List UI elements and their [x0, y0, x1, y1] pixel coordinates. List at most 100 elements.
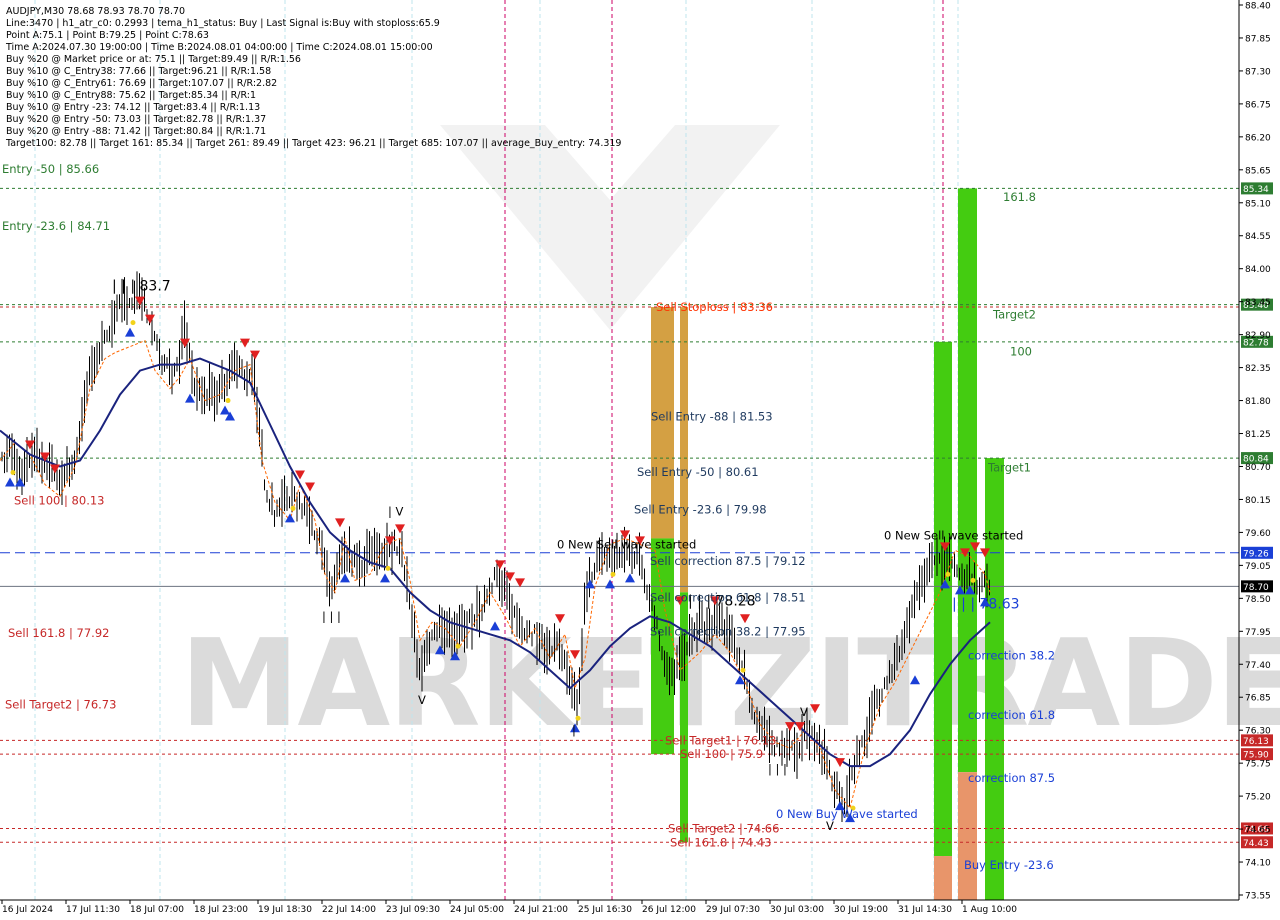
- x-tick-label: 26 Jul 12:00: [642, 905, 696, 915]
- zone-bar: [958, 188, 977, 773]
- y-tick-label: 75.20: [1245, 793, 1271, 803]
- price-badge-label: 76.13: [1243, 737, 1269, 747]
- x-tick-label: 1 Aug 10:00: [962, 905, 1017, 915]
- chart-label: Target1: [987, 461, 1031, 475]
- chart-label: Sell Target2 | 74.66: [668, 821, 779, 835]
- chart-label: Sell Entry -50 | 80.61: [637, 465, 759, 479]
- y-tick-label: 77.95: [1245, 628, 1271, 638]
- x-tick-label: 22 Jul 14:00: [322, 905, 376, 915]
- x-tick-label: 23 Jul 09:30: [386, 905, 440, 915]
- y-tick-label: 82.35: [1245, 364, 1271, 374]
- chart-label: correction 87.5: [968, 771, 1055, 785]
- current-price-label: 78.70: [1243, 583, 1269, 593]
- y-tick-label: 86.20: [1245, 133, 1271, 143]
- zone-bar: [934, 856, 952, 900]
- x-tick-label: 29 Jul 07:30: [706, 905, 760, 915]
- chart-label: correction 38.2: [968, 648, 1055, 662]
- signal-dot: [130, 320, 136, 326]
- x-tick-label: 17 Jul 11:30: [66, 905, 120, 915]
- x-tick-label: 30 Jul 19:00: [834, 905, 888, 915]
- y-tick-label: 84.00: [1245, 265, 1271, 275]
- chart-label: Entry -50 | 85.66: [2, 162, 99, 176]
- y-tick-label: 85.65: [1245, 166, 1271, 176]
- x-tick-label: 18 Jul 23:00: [194, 905, 248, 915]
- y-tick-label: 75.75: [1245, 760, 1271, 770]
- chart-label: Sell Target1 | 76.13: [665, 733, 776, 747]
- y-tick-label: 80.70: [1245, 463, 1271, 473]
- signal-dot: [385, 565, 391, 571]
- chart-label: | | |: [768, 762, 787, 776]
- info-line: Line:3470 | h1_atr_c0: 0.2993 | tema_h1_…: [6, 18, 440, 29]
- chart-label: | | | 83.7: [112, 279, 171, 295]
- chart-label: Sell 161.8 | 77.92: [8, 626, 109, 640]
- x-tick-label: 31 Jul 14:30: [898, 905, 952, 915]
- chart-label: Sell 100 | 80.13: [14, 494, 104, 508]
- info-line: Time A:2024.07.30 19:00:00 | Time B:2024…: [5, 42, 433, 53]
- y-tick-label: 82.90: [1245, 331, 1271, 341]
- chart-label: 0 New Buy Wave started: [776, 807, 918, 821]
- chart-title: AUDJPY,M30 78.68 78.93 78.70 78.70: [6, 6, 185, 17]
- chart-label: Sell 161.8 | 74.43: [670, 835, 771, 849]
- y-tick-label: 74.10: [1245, 859, 1271, 869]
- info-line: Buy %20 @ Entry -88: 71.42 || Target:80.…: [6, 126, 266, 137]
- chart-label: 0 New Sell wave started: [557, 537, 696, 551]
- info-line: Buy %20 @ Entry -50: 73.03 || Target:82.…: [6, 114, 266, 125]
- chart-label: 161.8: [1003, 190, 1036, 204]
- y-tick-label: 88.40: [1245, 2, 1271, 12]
- y-tick-label: 76.30: [1245, 727, 1271, 737]
- chart-label: Sell Stoploss | 83.36: [656, 300, 773, 314]
- signal-dot: [575, 715, 581, 721]
- x-tick-label: 24 Jul 21:00: [514, 905, 568, 915]
- y-tick-label: 86.75: [1245, 100, 1271, 110]
- y-tick-label: 87.30: [1245, 67, 1271, 77]
- price-badge-label: 79.26: [1243, 549, 1269, 559]
- y-tick-label: 77.40: [1245, 661, 1271, 671]
- chart-label: Entry -23.6 | 84.71: [2, 219, 110, 233]
- chart-label: 100: [1010, 344, 1032, 358]
- signal-dot: [740, 667, 746, 673]
- chart-label: Sell Entry -23.6 | 79.98: [634, 503, 767, 517]
- price-chart[interactable]: MARKETZITRADE 85.3483.4082.7880.8479.267…: [0, 0, 1280, 920]
- price-badge-label: 74.43: [1243, 839, 1269, 849]
- chart-label: V: [800, 705, 808, 719]
- y-tick-label: 74.65: [1245, 826, 1271, 836]
- y-tick-label: 73.55: [1245, 892, 1271, 902]
- y-tick-label: 83.45: [1245, 298, 1271, 308]
- chart-label: Target2: [992, 307, 1036, 321]
- info-line: Buy %10 @ C_Entry38: 77.66 || Target:96.…: [6, 66, 271, 77]
- chart-label: Buy Entry -23.6: [964, 858, 1054, 872]
- chart-label: Sell 100 | 75.9: [680, 747, 763, 761]
- y-tick-label: 87.85: [1245, 34, 1271, 44]
- signal-dot: [970, 577, 976, 583]
- info-line: Point A:75.1 | Point B:79.25 | Point C:7…: [6, 30, 209, 41]
- x-tick-label: 25 Jul 16:30: [578, 905, 632, 915]
- chart-label: Sell correction 38.2 | 77.95: [650, 624, 806, 638]
- info-line: Target100: 82.78 || Target 161: 85.34 ||…: [5, 138, 621, 149]
- y-tick-label: 85.10: [1245, 199, 1271, 209]
- signal-dot: [10, 469, 16, 475]
- signal-dot: [610, 571, 616, 577]
- y-tick-label: 79.60: [1245, 529, 1271, 539]
- signal-dot: [455, 643, 461, 649]
- signal-dot: [225, 398, 231, 404]
- info-line: Buy %10 @ Entry -23: 74.12 || Target:83.…: [6, 102, 260, 113]
- info-line: Buy %10 @ C_Entry88: 75.62 || Target:85.…: [6, 90, 256, 101]
- y-tick-label: 79.05: [1245, 562, 1271, 572]
- y-tick-label: 81.25: [1245, 430, 1271, 440]
- zone-bar: [958, 772, 977, 900]
- info-line: Buy %20 @ Market price or at: 75.1 || Ta…: [6, 54, 301, 65]
- x-tick-label: 19 Jul 18:30: [258, 905, 312, 915]
- chart-label: Sell Entry -88 | 81.53: [651, 410, 773, 424]
- chart-label: correction 61.8: [968, 708, 1055, 722]
- chart-label: | | |: [322, 609, 341, 623]
- signal-dot: [945, 571, 951, 577]
- signal-dot: [290, 505, 296, 511]
- chart-label: 0 New Sell wave started: [884, 528, 1023, 542]
- x-tick-label: 16 Jul 2024: [2, 905, 53, 915]
- price-badge-label: 85.34: [1243, 185, 1269, 195]
- chart-label: Sell correction 87.5 | 79.12: [650, 554, 806, 568]
- y-tick-label: 80.15: [1245, 496, 1271, 506]
- y-tick-label: 78.50: [1245, 595, 1271, 605]
- chart-label: V: [826, 819, 834, 833]
- info-line: Buy %10 @ C_Entry61: 76.69 || Target:107…: [6, 78, 277, 89]
